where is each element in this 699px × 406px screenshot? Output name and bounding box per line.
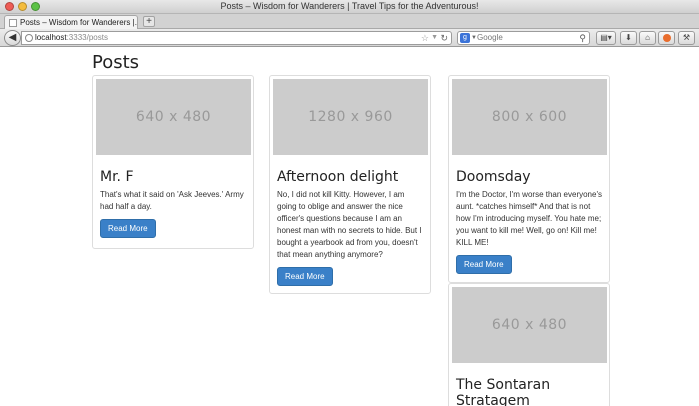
history-dropdown-icon[interactable]: ▼ [431, 32, 438, 44]
post-excerpt: That's what it said on 'Ask Jeeves.' Arm… [100, 190, 244, 211]
post-card: 640 x 480 The Sontaran Stratagem [448, 283, 610, 406]
page-title: Posts [92, 52, 140, 73]
tab-strip: Posts – Wisdom for Wanderers |... + [0, 14, 699, 29]
window-title: Posts – Wisdom for Wanderers | Travel Ti… [220, 1, 479, 11]
url-path: :3333/posts [66, 33, 108, 42]
download-icon[interactable]: ⬇ [620, 31, 637, 45]
page-content: Posts 640 x 480 Mr. F That's what it sai… [0, 48, 699, 406]
tab-posts[interactable]: Posts – Wisdom for Wanderers |... [4, 15, 138, 29]
post-thumbnail: 800 x 600 [452, 79, 607, 155]
read-more-button[interactable]: Read More [456, 255, 512, 274]
back-icon[interactable]: ◀ [4, 30, 21, 46]
new-tab-button[interactable]: + [143, 16, 155, 27]
navigation-bar: ◀ localhost:3333/posts ☆ ▼ ↻ g ▼ Google … [0, 29, 699, 47]
addon-icon[interactable] [658, 31, 675, 45]
read-more-button[interactable]: Read More [277, 267, 333, 286]
post-thumbnail: 640 x 480 [452, 287, 607, 363]
post-thumbnail: 640 x 480 [96, 79, 251, 155]
post-excerpt: No, I did not kill Kitty. However, I am … [277, 190, 422, 259]
post-title: The Sontaran Stratagem [456, 377, 551, 406]
globe-icon [25, 34, 33, 42]
search-engine-dropdown-icon[interactable]: ▼ [471, 32, 477, 44]
search-placeholder: Google [477, 33, 503, 42]
post-title: Doomsday [456, 169, 531, 185]
google-icon[interactable]: g [460, 33, 470, 43]
bookmark-star-icon[interactable]: ☆ [421, 32, 429, 44]
bookmarks-icon[interactable]: ▤▾ [596, 31, 616, 45]
search-icon[interactable]: ⚲ [579, 32, 586, 44]
reload-icon[interactable]: ↻ [440, 32, 448, 44]
page-favicon-icon [9, 19, 17, 27]
tab-label: Posts – Wisdom for Wanderers |... [20, 18, 138, 27]
post-card: 640 x 480 Mr. F That's what it said on '… [92, 75, 254, 249]
post-card: 800 x 600 Doomsday I'm the Doctor, I'm w… [448, 75, 610, 283]
address-bar[interactable]: localhost:3333/posts ☆ ▼ ↻ [21, 31, 452, 45]
search-input[interactable]: g ▼ Google ⚲ [457, 31, 590, 45]
home-icon[interactable]: ⌂ [639, 31, 656, 45]
tools-icon[interactable]: ⚒ [678, 31, 695, 45]
post-card: 1280 x 960 Afternoon delight No, I did n… [269, 75, 431, 294]
post-title: Mr. F [100, 169, 134, 185]
read-more-button[interactable]: Read More [100, 219, 156, 238]
url-host: localhost [35, 33, 67, 42]
window-titlebar: Posts – Wisdom for Wanderers | Travel Ti… [0, 0, 699, 14]
post-thumbnail: 1280 x 960 [273, 79, 428, 155]
post-title: Afternoon delight [277, 169, 399, 185]
post-excerpt: I'm the Doctor, I'm worse than everyone'… [456, 190, 602, 247]
